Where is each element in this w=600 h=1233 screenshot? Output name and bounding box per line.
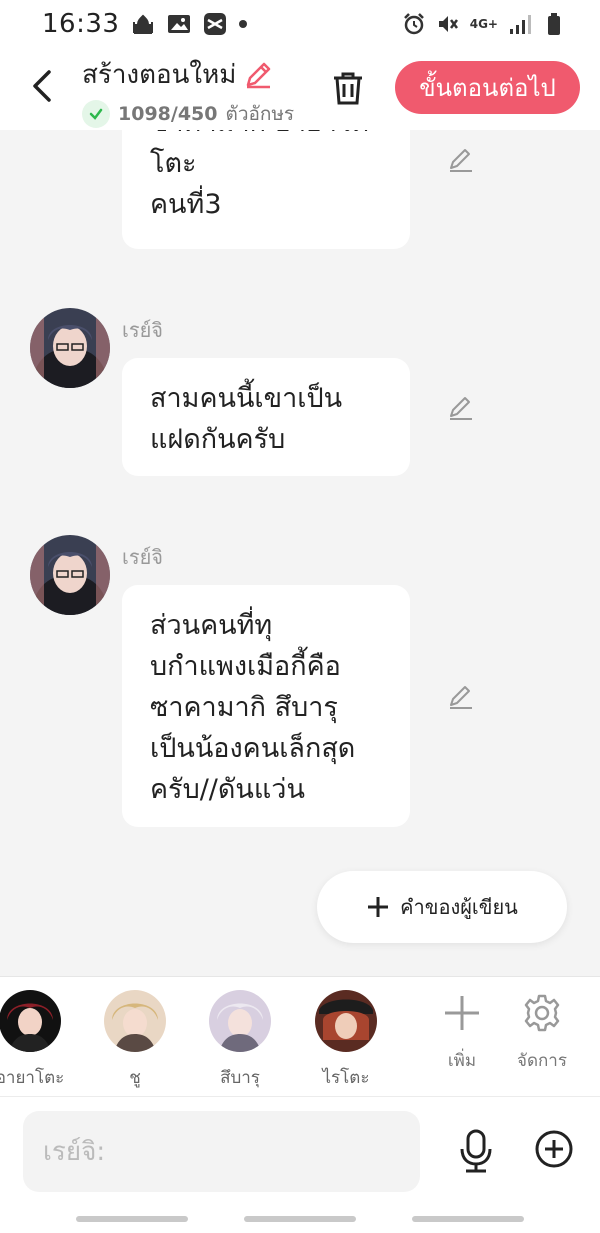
avatar[interactable] — [30, 535, 110, 615]
input-bar — [0, 1096, 600, 1206]
add-character-button[interactable]: เพิ่ม — [422, 993, 502, 1074]
message-line: ซาคามากิ อายาโต — [150, 130, 382, 143]
image-icon — [167, 12, 191, 36]
character-name: อายาโตะ — [0, 1068, 65, 1088]
manage-characters-label: จัดการ — [517, 1051, 567, 1071]
message-line: คนที่3 — [150, 189, 222, 220]
mute-icon — [436, 12, 460, 36]
char-count: 1098/450 — [118, 103, 218, 125]
pencil-icon — [450, 686, 472, 709]
chat-area: ซาคามากิ อายาโต โตะ คนที่3 เรย์จิ สามคนน… — [0, 130, 600, 976]
character-name: สึบารุ — [220, 1068, 260, 1088]
edit-message-button[interactable] — [444, 392, 476, 424]
nav-home-button[interactable] — [244, 1216, 356, 1222]
app-header: สร้างตอนใหม่ 1098/450 ตัวอักษร ขั้นตอนต่… — [0, 48, 600, 130]
delete-button[interactable] — [326, 66, 370, 110]
gear-icon — [524, 994, 560, 1032]
character-avatar — [315, 990, 377, 1052]
back-button[interactable] — [20, 62, 64, 110]
message-line: ซาคามากิ สึบารุ — [150, 692, 338, 723]
notification-dot — [239, 20, 248, 28]
nav-back-button[interactable] — [412, 1216, 524, 1222]
edit-title-icon[interactable] — [242, 59, 274, 91]
nav-recent-button[interactable] — [76, 1216, 188, 1222]
character-avatar — [209, 990, 271, 1052]
character-name: ชู — [129, 1068, 141, 1088]
message-input-box[interactable] — [23, 1111, 420, 1192]
narration-label: คำของผู้เขียน — [400, 895, 518, 919]
add-narration-button[interactable]: คำของผู้เขียน — [317, 871, 567, 943]
message-line: ครับ//ดันแว่น — [150, 774, 305, 805]
signal-icon — [508, 12, 532, 36]
edit-message-button[interactable] — [444, 144, 476, 176]
edit-message-button[interactable] — [444, 681, 476, 713]
status-time: 16:33 — [42, 9, 120, 39]
char-count-unit: ตัวอักษร — [225, 103, 295, 125]
network-type: 4G+ — [469, 17, 498, 31]
speaker-name: เรย์จิ — [122, 318, 164, 342]
message-line: บกำแพงเมือกี้คือ — [150, 651, 341, 682]
character-avatar — [104, 990, 166, 1052]
plus-icon — [368, 897, 389, 917]
avatar[interactable] — [30, 308, 110, 388]
alarm-icon — [402, 12, 426, 36]
speaker-name: เรย์จิ — [122, 545, 164, 569]
pencil-icon — [450, 397, 472, 420]
manage-characters-button[interactable]: จัดการ — [502, 993, 582, 1074]
character-bar: อายาโตะ ชู สึบารุ ไรโตะ เพิ่ม จัดการ — [0, 976, 600, 1096]
character-avatar — [0, 990, 61, 1052]
status-bar: 16:33 4G+ — [0, 0, 600, 48]
message-line: โตะ — [150, 148, 197, 179]
pencil-icon — [450, 149, 472, 172]
message-line: แฝดกันครับ — [150, 424, 286, 455]
trash-icon — [334, 72, 362, 105]
next-step-button[interactable]: ขั้นตอนต่อไป — [395, 61, 580, 114]
character-item[interactable]: สึบารุ — [190, 990, 290, 1091]
message-input[interactable] — [43, 1136, 400, 1167]
system-nav-bar — [0, 1206, 600, 1233]
title-area: สร้างตอนใหม่ 1098/450 ตัวอักษร — [82, 54, 302, 129]
page-title: สร้างตอนใหม่ — [82, 60, 237, 90]
character-name: ไรโตะ — [322, 1068, 370, 1088]
character-item[interactable]: ชู — [85, 990, 185, 1091]
microphone-icon — [460, 1129, 492, 1173]
message-line: ส่วนคนที่ทุ — [150, 610, 273, 641]
message-line: สามคนนี้เขาเป็น — [150, 383, 343, 414]
add-character-label: เพิ่ม — [447, 1051, 477, 1071]
mosque-icon — [131, 12, 155, 36]
character-item[interactable]: ไรโตะ — [296, 990, 396, 1091]
add-circle-icon — [535, 1130, 573, 1168]
battery-icon — [542, 12, 566, 36]
add-media-button[interactable] — [532, 1127, 576, 1171]
character-item[interactable]: อายาโตะ — [0, 990, 80, 1091]
message-line: เป็นน้องคนเล็กสุด — [150, 733, 356, 764]
message-bubble[interactable]: สามคนนี้เขาเป็น แฝดกันครับ — [122, 358, 410, 476]
check-icon — [82, 100, 110, 128]
capcut-icon — [203, 12, 227, 36]
message-bubble[interactable]: ซาคามากิ อายาโต โตะ คนที่3 — [122, 130, 410, 249]
chevron-left-icon — [33, 70, 51, 102]
plus-icon — [445, 996, 479, 1030]
message-bubble[interactable]: ส่วนคนที่ทุ บกำแพงเมือกี้คือ ซาคามากิ สึ… — [122, 585, 410, 827]
voice-input-button[interactable] — [456, 1127, 496, 1175]
